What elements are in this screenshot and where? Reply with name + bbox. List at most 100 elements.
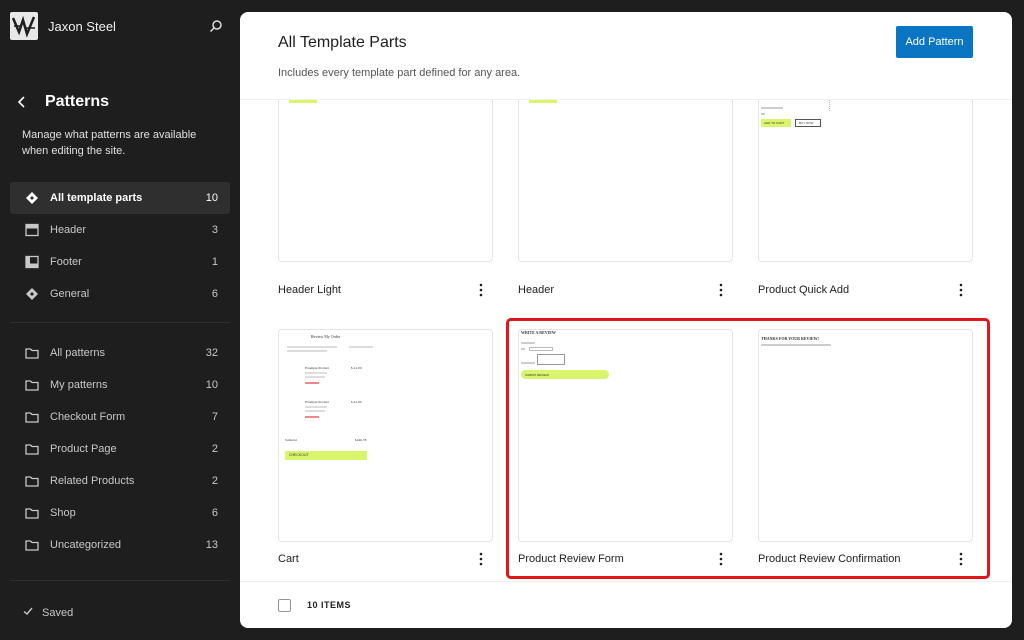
pattern-preview[interactable]: THANKS FOR YOUR REVIEW! <box>758 329 973 542</box>
sidebar-description: Manage what patterns are available when … <box>22 129 197 157</box>
site-name[interactable]: Jaxon Steel <box>48 19 116 34</box>
card-title[interactable]: Product Review Confirmation <box>758 553 900 565</box>
pattern-grid: Header Light Header ADD TO CART BUY NOW <box>240 100 1012 581</box>
footer-icon <box>24 254 40 270</box>
pattern-preview[interactable]: WRITE A REVIEW SUBMIT REVIEW <box>518 329 733 542</box>
card-title[interactable]: Header Light <box>278 284 341 296</box>
folder-icon <box>24 505 40 521</box>
select-all-checkbox[interactable] <box>278 598 291 612</box>
sidebar-item-shop[interactable]: Shop 6 <box>10 497 230 529</box>
pattern-card-product-quick-add[interactable]: ADD TO CART BUY NOW Product Quick Add <box>758 100 973 300</box>
header-icon <box>24 222 40 238</box>
items-count: 10 ITEMS <box>307 600 352 610</box>
save-status: Saved <box>22 604 73 622</box>
sidebar-item-count: 7 <box>211 411 218 423</box>
list-footer: 10 ITEMS <box>240 581 1012 628</box>
card-title[interactable]: Product Quick Add <box>758 284 849 296</box>
sidebar-item-label: My patterns <box>50 379 108 391</box>
cart-preview-subtotal-value: $246.78 <box>355 438 367 442</box>
review-preview-submit: SUBMIT REVIEW <box>521 370 609 379</box>
sidebar-item-label: Checkout Form <box>50 411 126 423</box>
sidebar-divider <box>10 322 230 323</box>
sidebar-item-checkout-form[interactable]: Checkout Form 7 <box>10 401 230 433</box>
check-icon <box>22 604 34 622</box>
sidebar-item-label: Footer <box>50 256 82 268</box>
folder-icon <box>24 537 40 553</box>
saved-label: Saved <box>42 607 74 619</box>
add-pattern-button[interactable]: Add Pattern <box>896 26 973 58</box>
card-title[interactable]: Product Review Form <box>518 553 624 565</box>
sidebar-item-count: 6 <box>211 288 218 300</box>
sidebar-header: Patterns <box>14 92 109 112</box>
pattern-preview[interactable] <box>518 100 733 262</box>
more-vertical-icon[interactable] <box>475 551 487 567</box>
sidebar: Jaxon Steel Patterns Manage what pattern… <box>0 0 240 640</box>
sidebar-item-label: Related Products <box>50 475 135 487</box>
sidebar-item-my-patterns[interactable]: My patterns 10 <box>10 369 230 401</box>
cart-preview-header: Review My Order <box>311 334 341 339</box>
pattern-preview[interactable]: Review My Order Example Product $ 41.00 … <box>278 329 493 542</box>
folder-icon <box>24 377 40 393</box>
confirm-preview-title: THANKS FOR YOUR REVIEW! <box>761 336 819 341</box>
pattern-preview[interactable] <box>278 100 493 262</box>
site-logo-icon[interactable] <box>10 12 38 40</box>
pattern-card-product-review-form[interactable]: WRITE A REVIEW SUBMIT REVIEW Product Rev… <box>518 329 733 569</box>
buy-now-preview: BUY NOW <box>795 119 821 127</box>
cart-preview-subtotal-label: Subtotal <box>285 438 297 442</box>
sidebar-item-general[interactable]: General 6 <box>10 278 230 310</box>
cart-preview-price: $ 41.00 <box>351 366 362 370</box>
sidebar-item-count: 6 <box>211 507 218 519</box>
search-icon[interactable] <box>206 16 226 36</box>
page-header: All Template Parts Includes every templa… <box>240 12 1012 100</box>
sidebar-item-uncategorized[interactable]: Uncategorized 13 <box>10 529 230 561</box>
page-title: All Template Parts <box>278 34 407 51</box>
chevron-left-icon[interactable] <box>14 92 30 112</box>
sidebar-item-count: 32 <box>205 347 218 359</box>
folder-icon <box>24 441 40 457</box>
sidebar-item-related-products[interactable]: Related Products 2 <box>10 465 230 497</box>
sidebar-item-label: Product Page <box>50 443 117 455</box>
sidebar-item-count: 10 <box>205 192 218 204</box>
cart-preview-checkout: CHECKOUT <box>285 451 367 460</box>
add-to-cart-preview: ADD TO CART <box>761 119 791 127</box>
sidebar-item-count: 3 <box>211 224 218 236</box>
sidebar-item-product-page[interactable]: Product Page 2 <box>10 433 230 465</box>
sidebar-item-label: General <box>50 288 90 300</box>
more-vertical-icon[interactable] <box>715 551 727 567</box>
sidebar-item-count: 1 <box>211 256 218 268</box>
sidebar-item-count: 10 <box>205 379 218 391</box>
sidebar-item-label: All template parts <box>50 192 143 204</box>
more-vertical-icon[interactable] <box>715 282 727 298</box>
sidebar-item-all-patterns[interactable]: All patterns 32 <box>10 337 230 369</box>
symbol-filled-icon <box>24 286 40 302</box>
sidebar-item-label: All patterns <box>50 347 106 359</box>
main-panel: All Template Parts Includes every templa… <box>240 12 1012 628</box>
pattern-card-header[interactable]: Header <box>518 100 733 300</box>
pattern-card-header-light[interactable]: Header Light <box>278 100 493 300</box>
sidebar-item-label: Uncategorized <box>50 539 121 551</box>
sidebar-divider <box>10 580 230 581</box>
site-hub: Jaxon Steel <box>10 12 230 40</box>
more-vertical-icon[interactable] <box>955 551 967 567</box>
card-title[interactable]: Cart <box>278 553 299 565</box>
page-subtitle: Includes every template part defined for… <box>278 67 521 79</box>
review-preview-title: WRITE A REVIEW <box>521 330 556 335</box>
more-vertical-icon[interactable] <box>955 282 967 298</box>
sidebar-item-count: 13 <box>205 539 218 551</box>
sidebar-item-footer[interactable]: Footer 1 <box>10 246 230 278</box>
folder-icon <box>24 345 40 361</box>
folder-icon <box>24 473 40 489</box>
card-title[interactable]: Header <box>518 284 554 296</box>
pattern-preview[interactable]: ADD TO CART BUY NOW <box>758 100 973 262</box>
sidebar-title: Patterns <box>45 93 110 110</box>
sidebar-item-count: 2 <box>211 443 218 455</box>
folder-icon <box>24 409 40 425</box>
pattern-card-cart[interactable]: Review My Order Example Product $ 41.00 … <box>278 329 493 569</box>
sidebar-item-header[interactable]: Header 3 <box>10 214 230 246</box>
symbol-filled-icon <box>24 190 40 206</box>
sidebar-item-all-template-parts[interactable]: All template parts 10 <box>10 182 230 214</box>
cart-preview-item-2: Example Product <box>305 400 330 404</box>
cart-preview-item: Example Product <box>305 366 330 370</box>
more-vertical-icon[interactable] <box>475 282 487 298</box>
pattern-card-product-review-confirmation[interactable]: THANKS FOR YOUR REVIEW! Product Review C… <box>758 329 973 569</box>
